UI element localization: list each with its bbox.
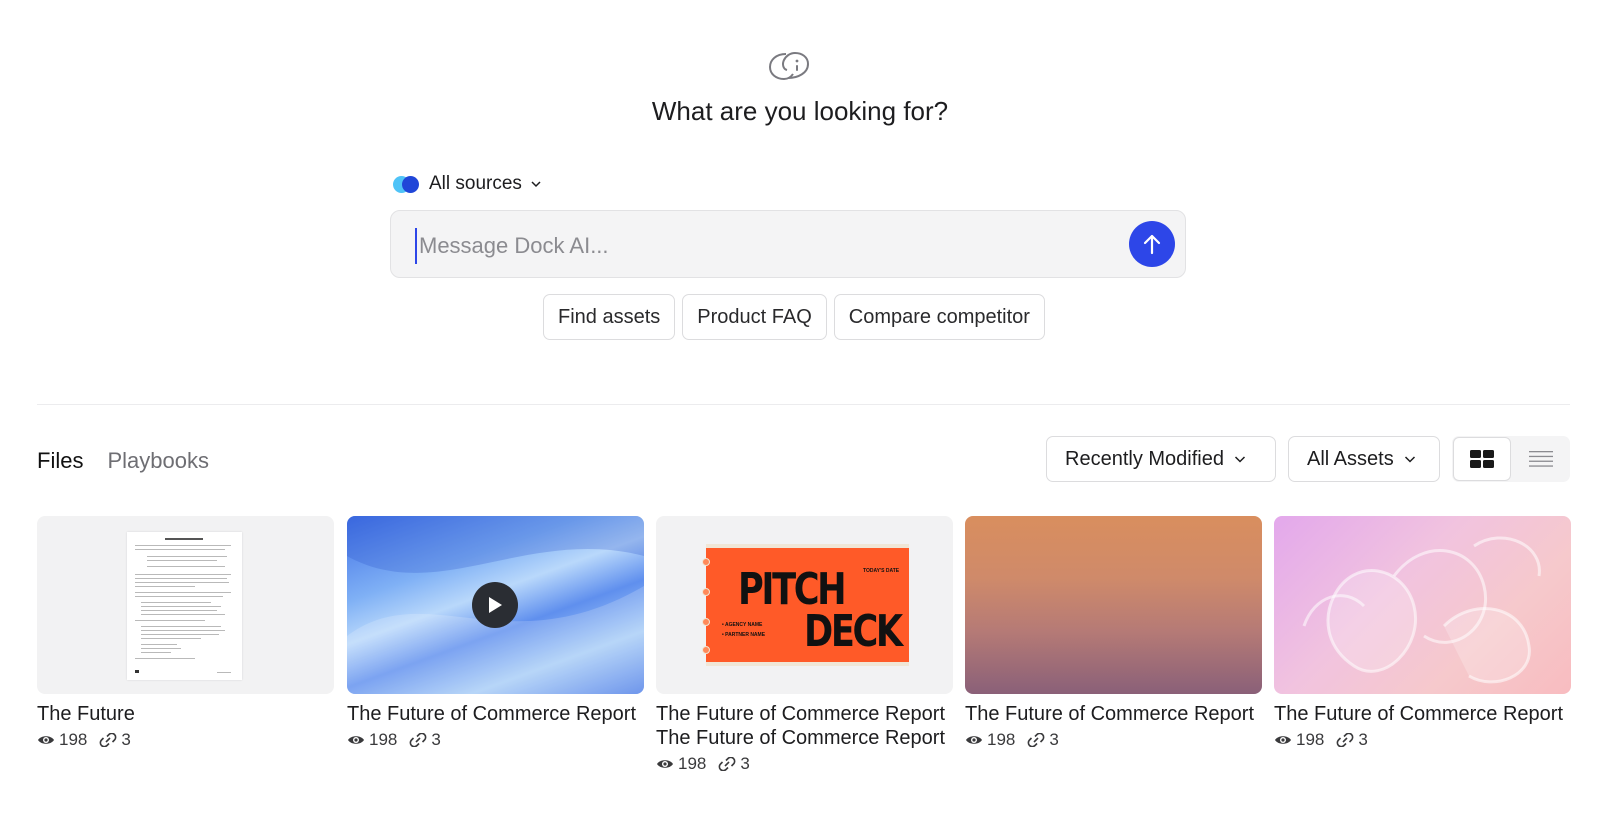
link-icon — [409, 733, 427, 747]
link-count: 3 — [431, 730, 441, 749]
eye-icon — [348, 736, 364, 744]
eye-icon — [38, 736, 54, 744]
date-text: TODAY'S DATE — [863, 568, 900, 574]
asset-title: The Future of Commerce Report — [1274, 703, 1563, 725]
sources-dropdown[interactable]: All sources — [393, 170, 542, 198]
eye-icon — [1275, 736, 1291, 744]
sort-dropdown[interactable]: Recently Modified — [1046, 436, 1276, 482]
link-icon — [1336, 733, 1354, 747]
asset-meta: 198 3 — [1274, 730, 1571, 750]
asset-card[interactable]: The Future 198 3 — [37, 516, 334, 750]
asset-title: The Future of Commerce Report — [347, 703, 636, 725]
tab-files[interactable]: Files — [37, 448, 83, 474]
suggestion-chips: Find assets Product FAQ Compare competit… — [543, 294, 1045, 340]
asset-title: The Future of Commerce Report — [965, 703, 1254, 725]
asset-title: The Future — [37, 703, 135, 725]
video-thumbnail — [347, 516, 644, 694]
chevron-down-icon — [1404, 456, 1415, 463]
asset-card[interactable]: PITCH DECK TODAY'S DATE • AGENCY NAME • … — [656, 516, 953, 774]
dock-logo-icon — [768, 51, 810, 81]
document-preview — [127, 532, 242, 680]
link-icon — [718, 757, 736, 771]
link-count: 3 — [740, 754, 750, 773]
list-view-icon — [1528, 451, 1553, 467]
asset-meta: 198 3 — [37, 730, 334, 750]
message-box — [390, 210, 1186, 278]
view-count: 198 — [369, 730, 398, 749]
asset-title: The Future of Commerce Report The Future… — [656, 703, 945, 749]
send-button[interactable] — [1129, 221, 1175, 267]
view-count: 198 — [59, 730, 88, 749]
tab-playbooks[interactable]: Playbooks — [107, 448, 209, 474]
view-count: 198 — [678, 754, 707, 773]
play-button[interactable] — [472, 582, 518, 628]
sort-label: Recently Modified — [1065, 447, 1224, 470]
message-input[interactable] — [415, 228, 1121, 264]
chevron-down-icon — [531, 181, 541, 188]
eye-icon — [966, 736, 982, 744]
asset-meta: 198 3 — [347, 730, 644, 750]
grid-view-icon — [1470, 450, 1494, 468]
pitch-deck-thumbnail: PITCH DECK TODAY'S DATE • AGENCY NAME • … — [656, 516, 953, 694]
agency-text: • AGENCY NAME — [722, 622, 763, 628]
asset-card[interactable]: The Future of Commerce Report 198 3 — [965, 516, 1262, 750]
link-count: 3 — [1049, 730, 1059, 749]
link-icon — [99, 733, 117, 747]
asset-type-dropdown[interactable]: All Assets — [1288, 436, 1440, 482]
view-toggle — [1452, 436, 1570, 482]
arrow-up-icon — [1143, 234, 1161, 255]
gradient-thumbnail — [965, 516, 1262, 694]
asset-card[interactable]: The Future of Commerce Report 198 3 — [1274, 516, 1571, 750]
sources-label: All sources — [429, 173, 522, 194]
chip-compare-competitor[interactable]: Compare competitor — [833, 294, 1045, 340]
deck-word: DECK — [804, 606, 903, 657]
chevron-down-icon — [1234, 456, 1245, 463]
page-title: What are you looking for? — [651, 96, 949, 126]
asset-meta: 198 3 — [656, 754, 953, 774]
asset-type-label: All Assets — [1307, 447, 1394, 470]
partner-text: • PARTNER NAME — [722, 632, 766, 638]
asset-meta: 198 3 — [965, 730, 1262, 750]
link-icon — [1027, 733, 1045, 747]
sources-icon — [393, 174, 421, 194]
chip-product-faq[interactable]: Product FAQ — [682, 294, 827, 340]
link-count: 3 — [1358, 730, 1368, 749]
list-view-button[interactable] — [1512, 437, 1569, 481]
document-thumbnail — [37, 516, 334, 694]
link-count: 3 — [121, 730, 131, 749]
grid-view-button[interactable] — [1453, 437, 1511, 481]
pitch-deck-cover: PITCH DECK TODAY'S DATE • AGENCY NAME • … — [702, 544, 909, 666]
content-tabs: Files Playbooks — [37, 448, 209, 474]
abstract-thumbnail — [1274, 516, 1571, 694]
divider — [37, 404, 1570, 405]
eye-icon — [657, 760, 673, 768]
view-count: 198 — [1296, 730, 1325, 749]
chip-find-assets[interactable]: Find assets — [543, 294, 676, 340]
play-icon — [489, 597, 502, 613]
asset-card[interactable]: The Future of Commerce Report 198 3 — [347, 516, 644, 750]
view-count: 198 — [987, 730, 1016, 749]
